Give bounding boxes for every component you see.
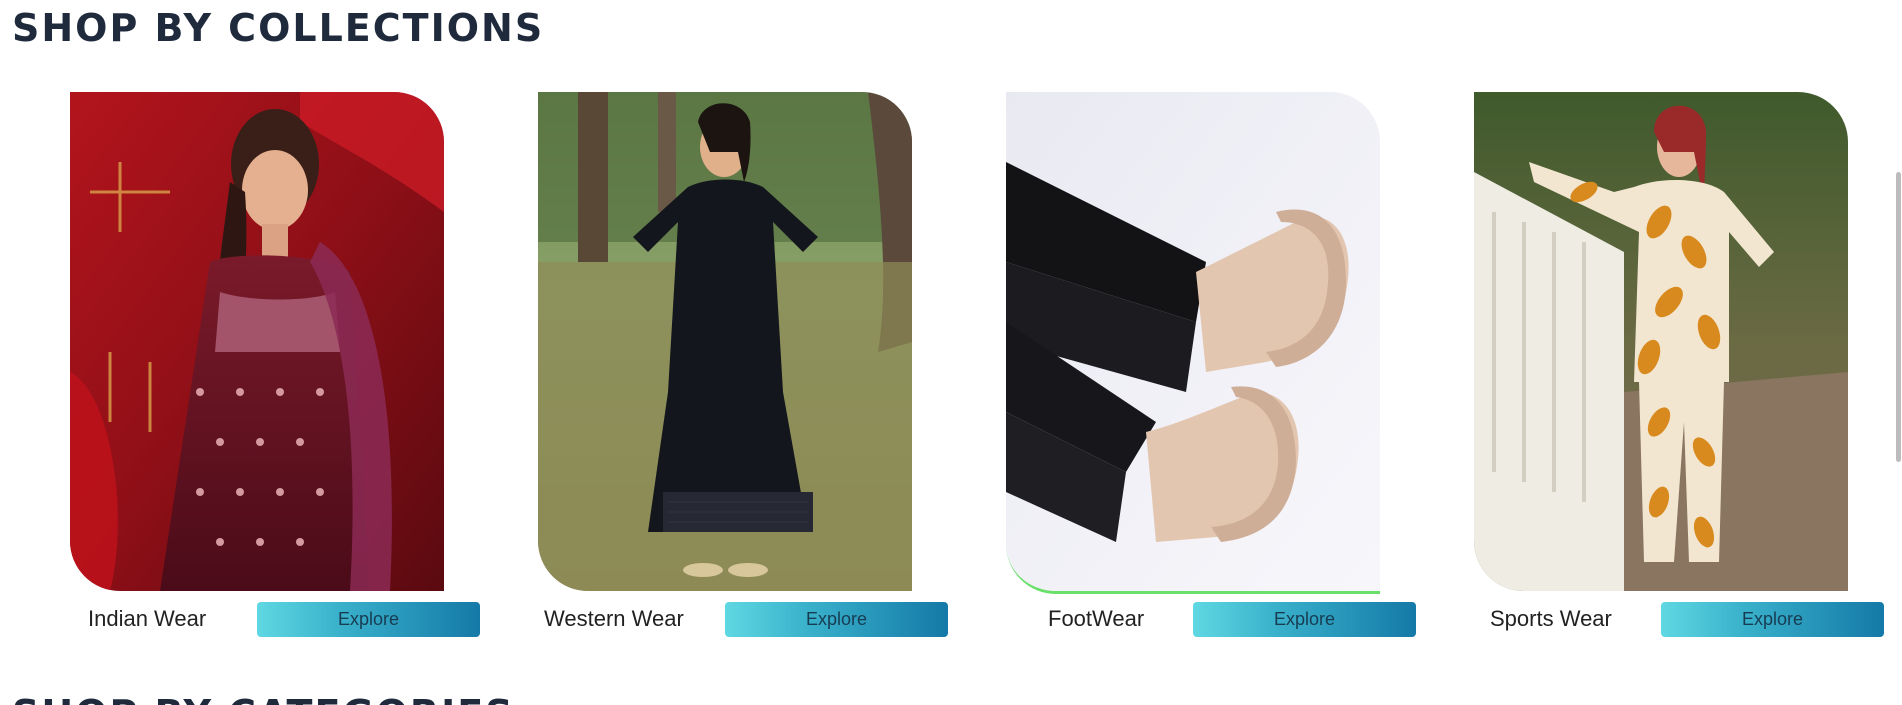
collection-label: Sports Wear <box>1490 606 1612 631</box>
collection-label: Indian Wear <box>88 606 207 631</box>
scrollbar-thumb[interactable] <box>1896 172 1901 462</box>
collection-card-sports-wear[interactable]: Sports Wear Explore <box>1474 92 1902 652</box>
collection-card-footwear[interactable]: FootWear Explore <box>1006 92 1486 652</box>
collection-card-western-wear[interactable]: Western Wear Explore <box>538 92 1018 652</box>
collection-image-sports-wear[interactable] <box>1474 92 1848 591</box>
explore-button[interactable]: Explore <box>257 602 480 637</box>
explore-button[interactable]: Explore <box>725 602 948 637</box>
next-section-title: SHOP BY CATEGORIES <box>12 688 515 705</box>
collection-card-indian-wear[interactable]: Indian Wear Explore <box>70 92 550 652</box>
explore-button[interactable]: Explore <box>1193 602 1416 637</box>
section-title: SHOP BY COLLECTIONS <box>12 6 545 50</box>
scrollbar-track[interactable] <box>1894 0 1902 705</box>
collection-label: FootWear <box>1048 606 1145 631</box>
collection-image-western-wear[interactable] <box>538 92 912 591</box>
collection-label: Western Wear <box>544 606 684 631</box>
explore-button[interactable]: Explore <box>1661 602 1884 637</box>
collection-image-indian-wear[interactable] <box>70 92 444 591</box>
page: SHOP BY COLLECTIONS Indian Wear Explore … <box>0 0 1902 705</box>
collection-image-footwear[interactable] <box>1006 92 1380 594</box>
